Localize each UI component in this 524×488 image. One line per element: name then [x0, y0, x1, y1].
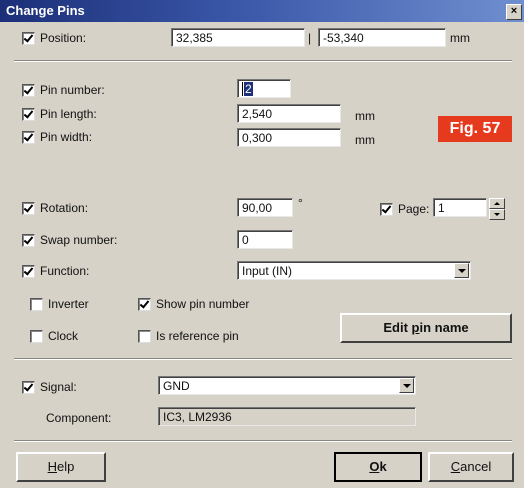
is-reference-pin-label: Is reference pin — [156, 329, 239, 343]
pin-number-checkbox[interactable] — [22, 84, 35, 97]
separator — [14, 358, 512, 360]
show-pin-number-checkbox[interactable] — [138, 298, 151, 311]
function-checkbox[interactable] — [22, 265, 35, 278]
chevron-down-icon[interactable] — [399, 378, 414, 393]
pin-width-unit: mm — [355, 133, 375, 147]
rotation-unit: ° — [298, 196, 303, 210]
position-label: Position: — [40, 31, 87, 45]
chevron-down-icon[interactable] — [454, 263, 469, 278]
signal-label: Signal: — [40, 380, 77, 394]
swap-number-checkbox[interactable] — [22, 234, 35, 247]
separator — [14, 440, 512, 442]
pin-number-label: Pin number: — [40, 83, 105, 97]
rotation-field[interactable]: 90,00 — [237, 198, 293, 217]
position-x-field[interactable]: 32,385 — [171, 28, 305, 47]
signal-select[interactable]: GND — [158, 376, 416, 395]
component-label: Component: — [46, 411, 112, 425]
cancel-button[interactable]: Cancel — [428, 452, 514, 482]
page-field[interactable]: 1 — [433, 198, 487, 217]
swap-number-label: Swap number: — [40, 233, 118, 247]
position-separator: | — [308, 31, 312, 45]
title-bar: Change Pins × — [0, 0, 524, 22]
close-icon: × — [510, 5, 518, 17]
position-y-field[interactable]: -53,340 — [318, 28, 446, 47]
page-spin-up-button[interactable] — [489, 198, 505, 209]
ok-button[interactable]: Ok — [334, 452, 422, 482]
pin-length-unit: mm — [355, 109, 375, 123]
swap-number-field[interactable]: 0 — [237, 230, 293, 249]
pin-width-checkbox[interactable] — [22, 131, 35, 144]
rotation-checkbox[interactable] — [22, 202, 35, 215]
position-unit: mm — [450, 31, 470, 45]
pin-width-field[interactable]: 0,300 — [237, 128, 341, 147]
pin-length-label: Pin length: — [40, 107, 97, 121]
is-reference-pin-checkbox[interactable] — [138, 330, 151, 343]
position-checkbox[interactable] — [22, 32, 35, 45]
page-checkbox[interactable] — [380, 203, 393, 216]
edit-pin-name-button[interactable]: Edit pin name — [340, 313, 512, 343]
function-select[interactable]: Input (IN) — [237, 261, 471, 280]
rotation-label: Rotation: — [40, 201, 89, 215]
separator — [14, 60, 512, 62]
pin-width-label: Pin width: — [40, 130, 93, 144]
pin-length-field[interactable]: 2,540 — [237, 104, 341, 123]
figure-badge: Fig. 57 — [438, 116, 512, 142]
help-button[interactable]: Help — [16, 452, 106, 482]
component-field: IC3, LM2936 — [158, 407, 416, 426]
page-spin-down-button[interactable] — [489, 209, 505, 220]
page-label: Page: — [398, 202, 430, 216]
clock-label: Clock — [48, 329, 79, 343]
signal-checkbox[interactable] — [22, 381, 35, 394]
pin-length-checkbox[interactable] — [22, 108, 35, 121]
inverter-checkbox[interactable] — [30, 298, 43, 311]
show-pin-number-label: Show pin number — [156, 297, 250, 311]
pin-number-field[interactable]: 2 — [237, 79, 291, 98]
close-button[interactable]: × — [506, 4, 522, 20]
function-label: Function: — [40, 264, 90, 278]
window-title: Change Pins — [6, 3, 85, 18]
inverter-label: Inverter — [48, 297, 89, 311]
clock-checkbox[interactable] — [30, 330, 43, 343]
